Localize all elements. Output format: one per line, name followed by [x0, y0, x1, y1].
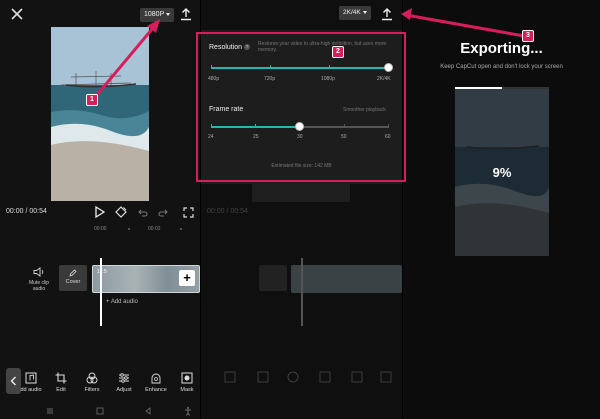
tool-adjust[interactable]: Adjust — [109, 372, 139, 393]
redo-icon — [158, 209, 168, 217]
export-icon[interactable] — [180, 7, 192, 21]
crop-icon — [55, 372, 67, 384]
fullscreen-icon — [183, 207, 194, 218]
dimmed-time: 00:00 / 00:54 — [207, 208, 248, 215]
filters-icon — [86, 372, 98, 384]
dimmed-preview — [252, 184, 350, 202]
dimmed-cover — [259, 265, 287, 291]
export-thumbnail: 9% — [455, 89, 549, 256]
ruler-label: 00:02 — [148, 226, 161, 232]
adjust-icon — [119, 373, 129, 383]
clip-duration: 12.5 — [97, 269, 107, 275]
undo-icon — [138, 209, 148, 217]
editor-panel: 1080P 00:00 / 00:54 00:00 00:02 Mute cli… — [0, 0, 200, 419]
speaker-icon[interactable] — [33, 267, 45, 277]
add-clip-button[interactable]: + — [179, 270, 195, 286]
callout-badge: 1 — [86, 94, 98, 106]
bottom-toolbar: dd audio Edit Filters Adjust Enhance Mas… — [0, 364, 200, 398]
ruler-label: 00:00 — [94, 226, 107, 232]
cover-button[interactable]: Cover — [59, 265, 87, 291]
mute-clip-audio-label: Mute clip audio — [28, 280, 49, 292]
ruler-dot — [180, 228, 182, 230]
home-icon[interactable] — [95, 405, 105, 417]
playhead[interactable] — [100, 258, 102, 326]
dimmed-playhead — [301, 258, 303, 326]
beach-scene-image — [51, 27, 149, 201]
play-icon — [95, 205, 106, 219]
accessibility-icon[interactable] — [183, 405, 193, 417]
back-icon[interactable] — [143, 405, 153, 417]
enhance-icon — [151, 373, 161, 384]
undo-button[interactable] — [138, 205, 148, 219]
tool-filters[interactable]: Filters — [77, 372, 107, 393]
chevron-down-icon — [362, 10, 367, 14]
exporting-panel: Exporting... Keep CapCut open and don't … — [403, 0, 600, 419]
mask-icon — [181, 372, 193, 384]
keyframe-button[interactable] — [115, 205, 127, 219]
keyframe-icon — [115, 206, 127, 218]
export-percent: 9% — [492, 165, 512, 180]
settings-highlight-box — [196, 32, 406, 182]
video-preview — [51, 27, 149, 201]
resolution-value: 1080P — [144, 11, 165, 18]
resolution-dropdown[interactable]: 1080P — [140, 8, 175, 22]
music-icon — [25, 372, 37, 384]
close-icon[interactable] — [10, 7, 24, 21]
dimmed-clip — [291, 265, 402, 293]
redo-button[interactable] — [158, 205, 168, 219]
fullscreen-button[interactable] — [183, 205, 194, 219]
dimmed-toolbar — [201, 366, 402, 396]
callout-badge: 3 — [522, 30, 534, 42]
add-audio-button[interactable]: + Add audio — [106, 299, 138, 305]
menu-icon[interactable] — [45, 405, 55, 417]
tool-mask[interactable]: Mask — [172, 372, 200, 393]
resolution-value: 2K/4K — [343, 9, 361, 16]
tool-audio[interactable]: dd audio — [16, 372, 46, 393]
cover-label: Cover — [65, 279, 81, 285]
time-readout: 00:00 / 00:54 — [6, 208, 47, 215]
play-button[interactable] — [95, 205, 106, 219]
pencil-icon — [69, 269, 77, 277]
exporting-title: Exporting... — [460, 40, 543, 57]
ruler-dot — [128, 228, 130, 230]
export-icon[interactable] — [381, 7, 393, 21]
resolution-dropdown[interactable]: 2K/4K — [339, 6, 371, 20]
chevron-down-icon — [166, 12, 171, 16]
tool-enhance[interactable]: Enhance — [141, 372, 171, 393]
exporting-subtitle: Keep CapCut open and don't lock your scr… — [440, 64, 563, 70]
tool-edit[interactable]: Edit — [46, 372, 76, 393]
